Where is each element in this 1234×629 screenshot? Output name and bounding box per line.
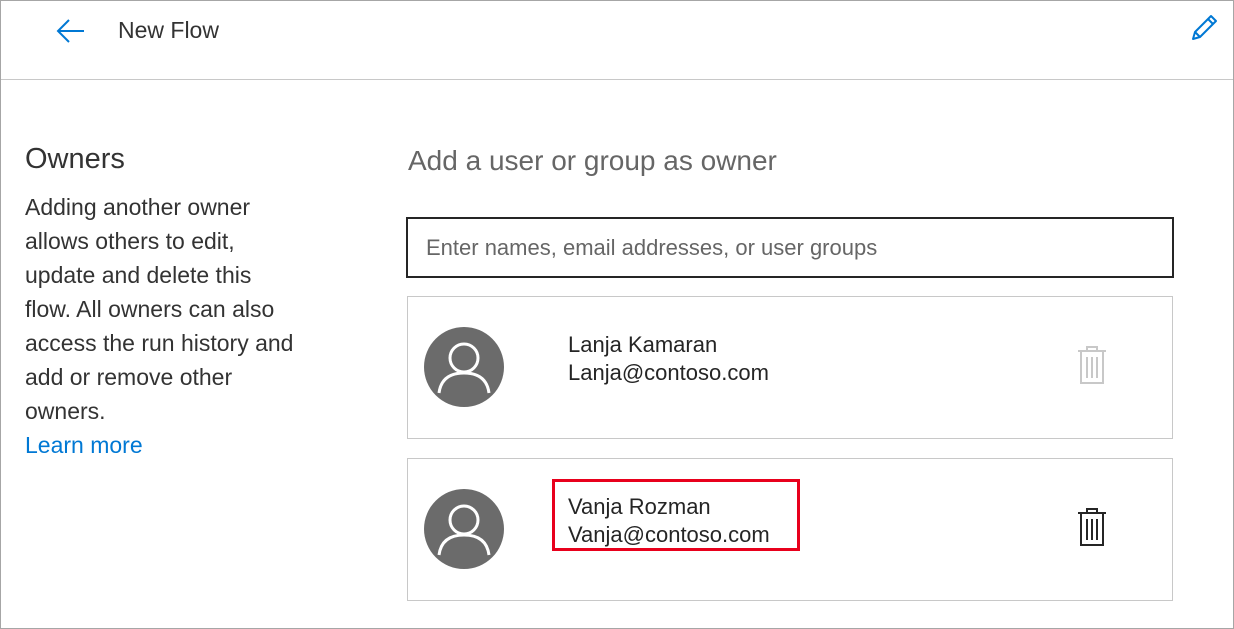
owners-description: Adding another owner allows others to ed… <box>25 194 294 424</box>
page-title: New Flow <box>118 17 219 43</box>
learn-more-link[interactable]: Learn more <box>25 428 300 462</box>
back-button[interactable] <box>53 15 89 47</box>
edit-button[interactable] <box>1187 11 1221 45</box>
arrow-left-icon <box>56 19 84 43</box>
add-owner-heading: Add a user or group as owner <box>408 145 777 176</box>
trash-icon <box>1078 346 1106 384</box>
owner-search-box <box>406 217 1174 278</box>
person-icon <box>437 504 491 556</box>
owner-search-input[interactable] <box>408 219 1172 276</box>
owners-info: Owners Adding another owner allows other… <box>25 143 300 462</box>
trash-icon <box>1078 508 1106 546</box>
avatar <box>424 327 504 407</box>
avatar <box>424 489 504 569</box>
person-icon <box>437 342 491 394</box>
owner-email: Lanja@contoso.com <box>568 360 769 385</box>
delete-owner-button[interactable] <box>1074 505 1110 549</box>
section-title: Owners <box>25 143 125 175</box>
owner-details: Lanja Kamaran Lanja@contoso.com <box>568 331 769 387</box>
owner-card: Lanja Kamaran Lanja@contoso.com <box>407 296 1173 439</box>
delete-owner-button-disabled <box>1074 343 1110 387</box>
owner-name: Lanja Kamaran <box>568 332 718 357</box>
header-bar: New Flow <box>1 1 1233 80</box>
pencil-icon <box>1192 15 1217 40</box>
highlight-annotation <box>552 479 800 551</box>
